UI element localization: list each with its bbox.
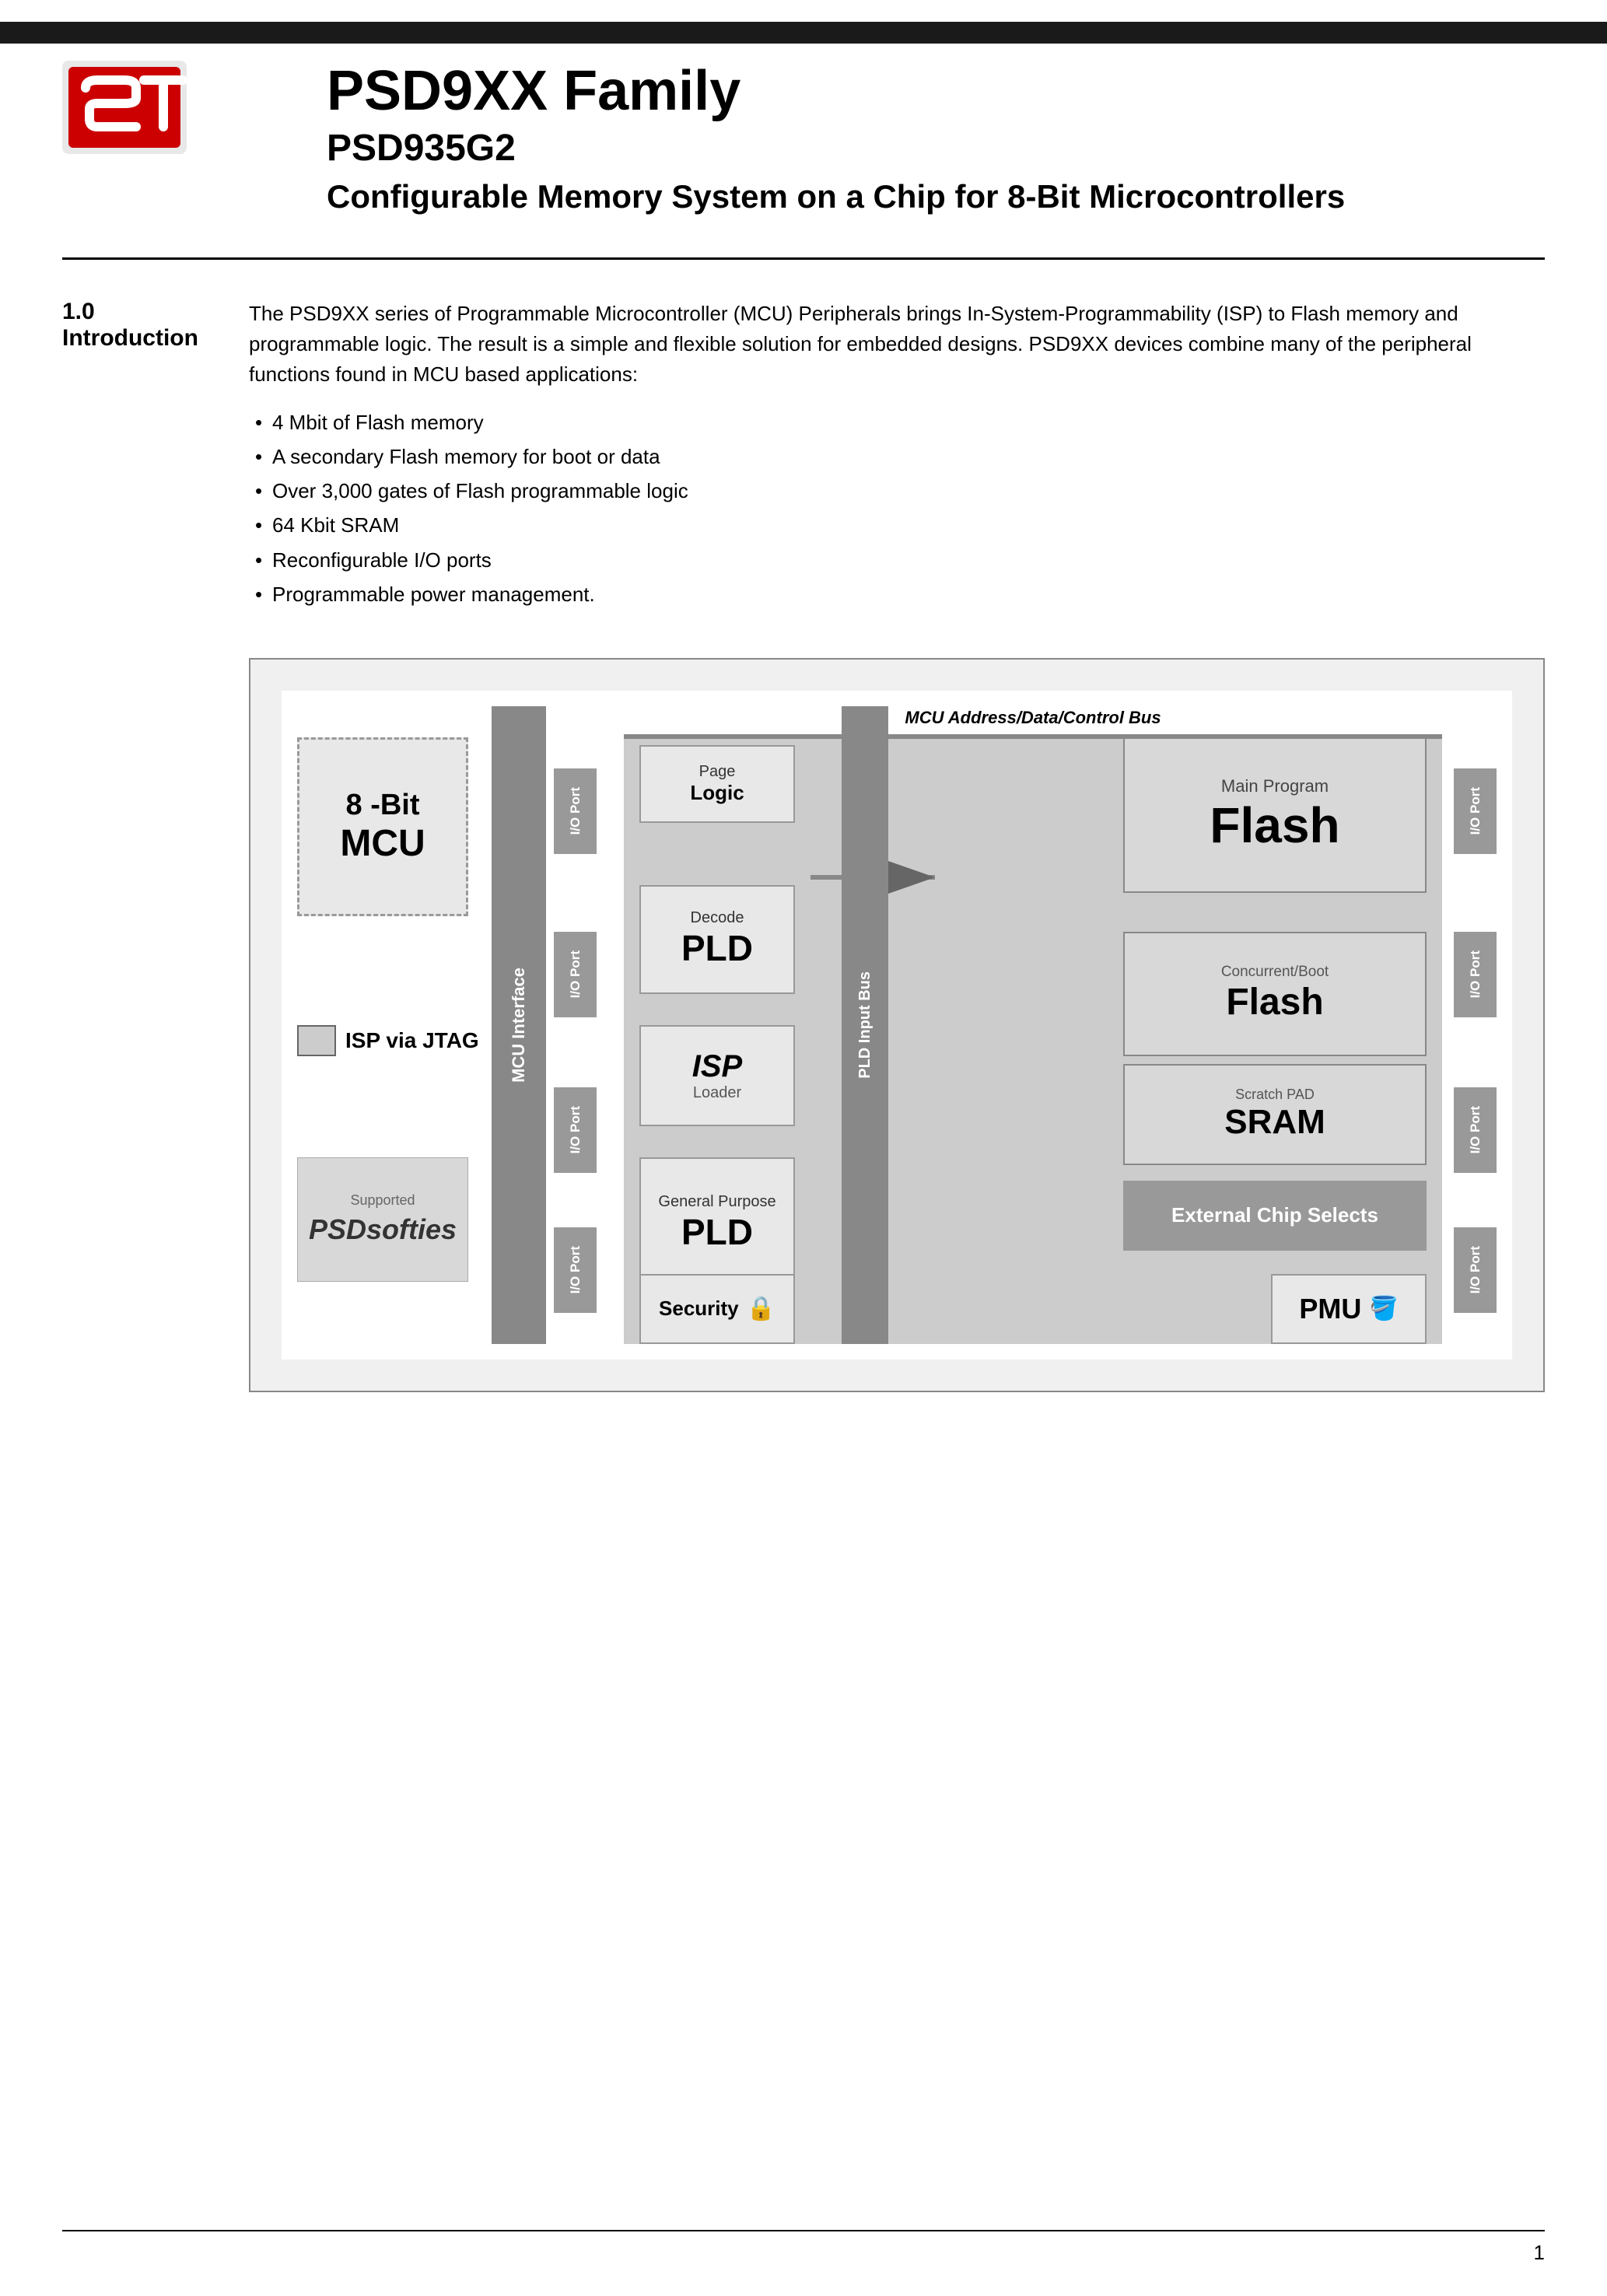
isp-loader-box: ISP Loader: [639, 1025, 795, 1126]
list-item: 64 Kbit SRAM: [249, 508, 1545, 542]
list-item: 4 Mbit of Flash memory: [249, 405, 1545, 439]
mcu-mcu-label: MCU: [340, 822, 425, 865]
diagram-inner: MCU Address/Data/Control Bus 8 -Bit MCU …: [282, 691, 1512, 1360]
mcu-bit-label: 8 -Bit: [346, 789, 420, 822]
io-port-text-2: I/O Port: [568, 950, 583, 998]
mcu-bus-label: MCU Address/Data/Control Bus: [624, 708, 1442, 728]
section-name: Introduction: [62, 325, 226, 352]
description-title: Configurable Memory System on a Chip for…: [327, 176, 1545, 219]
io-port-text-1: I/O Port: [568, 787, 583, 835]
pld-input-label: PLD Input Bus: [856, 971, 874, 1079]
list-item: Over 3,000 gates of Flash programmable l…: [249, 474, 1545, 508]
lock-icon: 🔒: [747, 1295, 775, 1322]
ext-chip-text: External Chip Selects: [1171, 1203, 1378, 1227]
main-flash-box: Main Program Flash: [1123, 737, 1427, 893]
io-port-right-text-1: I/O Port: [1468, 787, 1483, 835]
io-port-right-1: I/O Port: [1454, 768, 1497, 854]
io-port-right-text-2: I/O Port: [1468, 950, 1483, 998]
pmu-text: PMU: [1299, 1293, 1361, 1325]
intro-paragraph: The PSD9XX series of Programmable Microc…: [249, 299, 1545, 390]
sram-box: Scratch PAD SRAM: [1123, 1064, 1427, 1165]
io-port-text-3: I/O Port: [568, 1106, 583, 1153]
main-program-text: Main Program: [1221, 776, 1329, 796]
loader-text: Loader: [693, 1084, 741, 1102]
page-logic-box: Page Logic: [639, 745, 795, 823]
io-port-right-text-3: I/O Port: [1468, 1106, 1483, 1153]
pld-text-large: PLD: [681, 927, 753, 969]
decode-pld-box: Decode PLD: [639, 885, 795, 994]
title-area: PSD9XX Family PSD935G2 Configurable Memo…: [233, 53, 1545, 219]
isp-chip-icon: [297, 1025, 336, 1056]
mcu-interface-label: MCU Interface: [509, 968, 529, 1083]
sram-text-large: SRAM: [1224, 1103, 1325, 1142]
supported-area: Supported PSDsofties: [297, 1157, 468, 1282]
io-port-left-4: I/O Port: [554, 1227, 597, 1313]
io-port-left-1: I/O Port: [554, 768, 597, 854]
header-section: PSD9XX Family PSD935G2 Configurable Memo…: [0, 22, 1607, 242]
mcu-box: 8 -Bit MCU: [297, 737, 468, 916]
io-port-text-4: I/O Port: [568, 1246, 583, 1293]
bucket-icon: 🪣: [1369, 1295, 1398, 1322]
gen-pld-text: PLD: [681, 1211, 753, 1253]
security-box: Security 🔒: [639, 1274, 795, 1344]
general-purpose-text: General Purpose: [658, 1193, 775, 1211]
section-number: 1.0: [62, 299, 226, 325]
io-port-right-3: I/O Port: [1454, 1087, 1497, 1173]
bullet-list: 4 Mbit of Flash memory A secondary Flash…: [249, 405, 1545, 611]
diagram-section: MCU Address/Data/Control Bus 8 -Bit MCU …: [249, 658, 1545, 1392]
concurrent-text: Concurrent/Boot: [1221, 964, 1329, 981]
st-logo: [62, 61, 187, 154]
content-section: 1.0 Introduction The PSD9XX series of Pr…: [0, 260, 1607, 635]
gen-pld-box: General Purpose PLD: [639, 1157, 795, 1290]
main-title: PSD9XX Family: [327, 61, 1545, 122]
list-item: Reconfigurable I/O ports: [249, 543, 1545, 577]
pld-input-bar: PLD Input Bus: [842, 706, 888, 1344]
page-text-small: Page: [699, 763, 736, 781]
section-label: 1.0 Introduction: [62, 299, 249, 611]
io-port-left-2: I/O Port: [554, 932, 597, 1017]
security-text: Security: [659, 1297, 739, 1321]
boot-flash-box: Concurrent/Boot Flash: [1123, 932, 1427, 1056]
io-port-right-4: I/O Port: [1454, 1227, 1497, 1313]
io-port-right-2: I/O Port: [1454, 932, 1497, 1017]
top-bus-line: [624, 734, 1442, 739]
logo-area: [62, 53, 233, 158]
list-item: Programmable power management.: [249, 577, 1545, 611]
page-text-large: Logic: [690, 781, 744, 805]
section-content: The PSD9XX series of Programmable Microc…: [249, 299, 1545, 611]
page-number: 1: [1534, 2241, 1545, 2265]
list-item: A secondary Flash memory for boot or dat…: [249, 439, 1545, 474]
isp-jtag-area: ISP via JTAG: [297, 1025, 479, 1056]
header-bar: [0, 22, 1607, 44]
flash-large-text: Flash: [1210, 796, 1339, 854]
supported-text: Supported: [350, 1192, 415, 1209]
io-port-left-3: I/O Port: [554, 1087, 597, 1173]
scratch-text: Scratch PAD: [1235, 1087, 1315, 1103]
mcu-interface-bar: MCU Interface: [492, 706, 546, 1344]
pmu-box: PMU 🪣: [1271, 1274, 1427, 1344]
isp-italic-label: ISP: [692, 1049, 742, 1084]
sub-title: PSD935G2: [327, 127, 1545, 170]
decode-text: Decode: [691, 909, 744, 927]
flash-medium-text: Flash: [1226, 981, 1323, 1024]
isp-jtag-label: ISP via JTAG: [345, 1028, 479, 1053]
ext-chip-selects-box: External Chip Selects: [1123, 1181, 1427, 1251]
bottom-section: 1: [62, 2230, 1545, 2265]
io-port-right-text-4: I/O Port: [1468, 1246, 1483, 1293]
psd-logo: PSDsofties: [309, 1213, 457, 1246]
